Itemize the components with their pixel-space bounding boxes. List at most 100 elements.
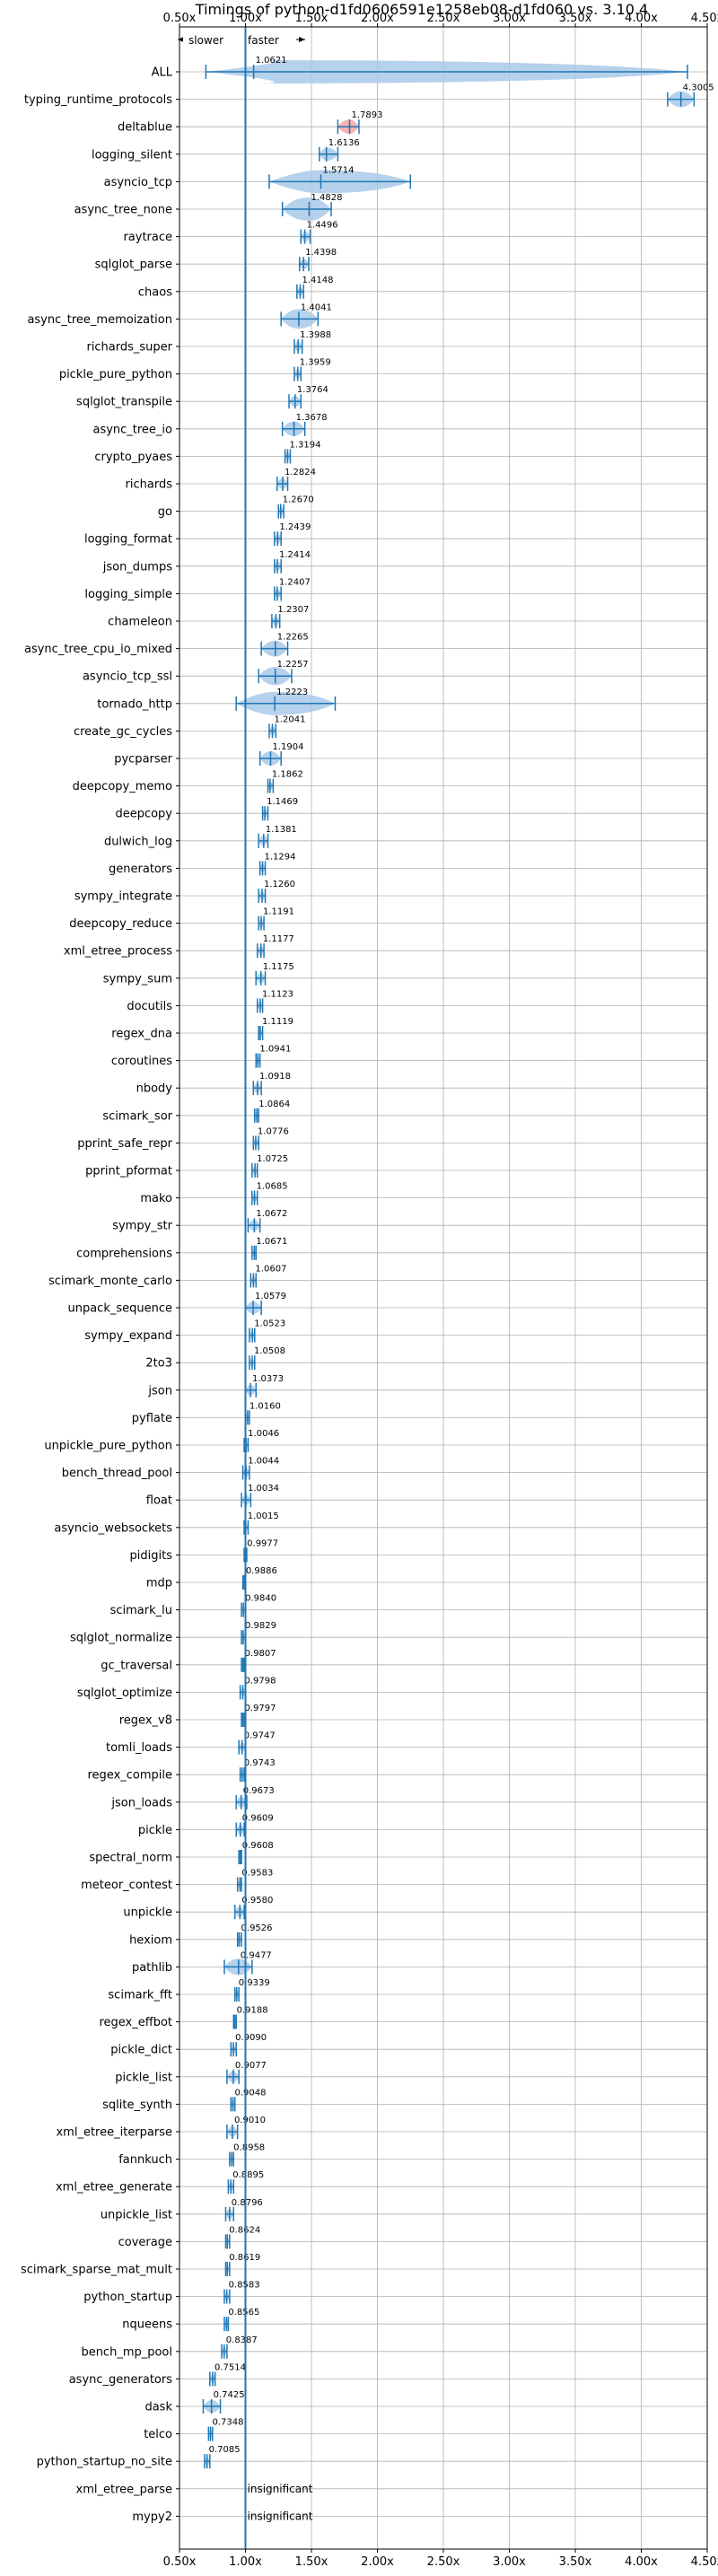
benchmark-value-label: 1.0672 [256,1209,287,1219]
benchmark-value-label: 0.9010 [234,2116,266,2125]
benchmark-value-label: 0.9886 [246,1566,277,1576]
benchmark-name: richards_super [86,341,172,355]
benchmark-name: sympy_expand [84,1329,172,1343]
benchmark-value-label: 0.9583 [241,1869,273,1879]
benchmark-name: asyncio_websockets [54,1521,172,1535]
x-tick-label-bottom: 0.50x [163,2555,197,2569]
benchmark-name: xml_etree_parse [76,2483,172,2496]
benchmark-name: nqueens [122,2318,172,2332]
benchmark-value-label: 1.0685 [257,1182,288,1192]
benchmark-name: pickle_list [115,2071,172,2084]
benchmark-value-label: 1.3194 [289,440,320,450]
benchmark-name: scimark_fft [108,1989,172,2002]
benchmark-value-label: 0.9608 [242,1841,274,1851]
benchmark-value-label: 1.7893 [352,110,383,120]
benchmark-name: fannkuch [118,2153,172,2167]
benchmark-name: crypto_pyaes [94,451,172,464]
benchmark-name: logging_silent [92,148,172,162]
benchmark-name: pickle_pure_python [59,368,172,381]
benchmark-value-label: 0.8796 [232,2198,263,2208]
benchmark-value-label: 1.2307 [277,605,309,615]
benchmark-name: pycparser [114,753,172,767]
benchmark-name: pickle_dict [110,2044,172,2057]
benchmark-value-label: 1.0607 [255,1264,286,1274]
benchmark-name: async_generators [69,2373,173,2387]
benchmark-value-label: 0.9807 [245,1649,276,1659]
x-tick-label-bottom: 4.50x [691,2555,718,2569]
benchmark-value-label: 1.1294 [265,852,296,862]
benchmark-value-label: 0.9798 [245,1676,276,1686]
benchmark-name: python_startup_no_site [37,2456,172,2469]
benchmark-name: sqlglot_normalize [70,1632,172,1645]
benchmark-value-label: 1.3678 [296,413,328,423]
benchmark-name: sympy_sum [103,972,172,986]
x-tick-label-top: 2.50x [427,12,460,25]
benchmark-name: pprint_pformat [85,1165,172,1178]
x-tick-label-top: 4.00x [625,12,658,25]
benchmark-name: unpack_sequence [67,1302,172,1316]
benchmark-value-label: 1.0941 [259,1045,291,1055]
benchmark-name: raytrace [123,231,172,244]
benchmark-value-label: 1.2041 [275,714,306,724]
x-tick-label-top: 1.00x [229,12,262,25]
benchmark-value-label: 0.8895 [232,2170,264,2180]
x-tick-label-top: 1.50x [295,12,328,25]
benchmark-name: tornado_http [97,697,172,711]
benchmark-name: python_startup [83,2291,172,2304]
benchmark-name: unpickle_list [101,2208,172,2221]
benchmark-name: pickle [138,1824,172,1837]
benchmark-value-label: 1.4496 [307,221,338,231]
benchmark-value-label: 1.1191 [263,907,294,917]
benchmark-value-label: 1.2824 [285,468,316,478]
x-tick-label-bottom: 1.00x [229,2555,262,2569]
benchmark-name: float [146,1494,172,1508]
benchmark-value-label: 1.2414 [279,550,311,560]
benchmark-name: mypy2 [132,2510,172,2524]
x-tick-label-bottom: 2.50x [427,2555,460,2569]
benchmark-name: scimark_sor [102,1109,172,1123]
benchmark-value-label: 1.3988 [300,330,331,340]
benchmark-name: gc_traversal [101,1659,172,1672]
benchmark-value-label: 1.2223 [276,688,308,697]
benchmark-name: async_tree_memoization [27,313,172,327]
benchmark-value-label: 1.1862 [272,770,303,780]
benchmark-name: json_loads [110,1796,172,1809]
benchmark-value-label: 1.2407 [279,577,311,587]
benchmark-value-label: 0.7085 [209,2445,241,2455]
benchmark-value-label: 1.0015 [248,1511,279,1521]
benchmark-value-label: 1.2670 [283,495,314,505]
x-tick-label-bottom: 4.00x [625,2555,658,2569]
benchmark-value-label: 1.6136 [328,138,360,148]
benchmark-name: deepcopy_memo [73,780,172,793]
benchmark-value-label: 1.1381 [266,825,297,835]
benchmark-name: tomli_loads [106,1741,172,1755]
benchmark-value-label: 1.0373 [252,1374,284,1384]
benchmark-name: telco [144,2428,172,2441]
benchmark-value-label: 0.9188 [237,2006,268,2016]
benchmark-value-label: 4.3005 [683,83,714,93]
benchmark-name: xml_etree_generate [56,2181,172,2195]
benchmark-name: 2to3 [145,1357,172,1371]
x-tick-label-top: 3.00x [493,12,526,25]
benchmark-value-label: 0.9048 [235,2088,267,2098]
x-tick-label-top: 3.50x [559,12,592,25]
x-tick-label-top: 4.50x [691,12,718,25]
benchmark-value-label: 1.0621 [256,56,287,66]
benchmark-name: mako [140,1192,172,1205]
benchmark-name: logging_format [84,533,172,547]
benchmark-value-label: 1.0918 [259,1072,291,1082]
benchmark-name: pathlib [132,1961,172,1975]
benchmark-name: sympy_str [112,1220,172,1233]
benchmark-value-label: 1.1119 [262,1017,293,1027]
benchmark-name: coroutines [111,1055,172,1068]
benchmark-name: regex_compile [87,1769,172,1783]
benchmark-name: bench_thread_pool [62,1467,172,1480]
benchmark-value-label: 1.0508 [254,1346,285,1356]
benchmark-name: asyncio_tcp [104,176,172,189]
benchmark-name: pidigits [130,1549,173,1563]
benchmark-value-label: 1.0044 [248,1457,279,1467]
benchmark-value-label: 0.8958 [233,2143,265,2153]
benchmark-name: bench_mp_pool [81,2345,172,2359]
benchmark-value-label: 0.7514 [215,2362,246,2372]
benchmark-name: chameleon [108,616,172,629]
